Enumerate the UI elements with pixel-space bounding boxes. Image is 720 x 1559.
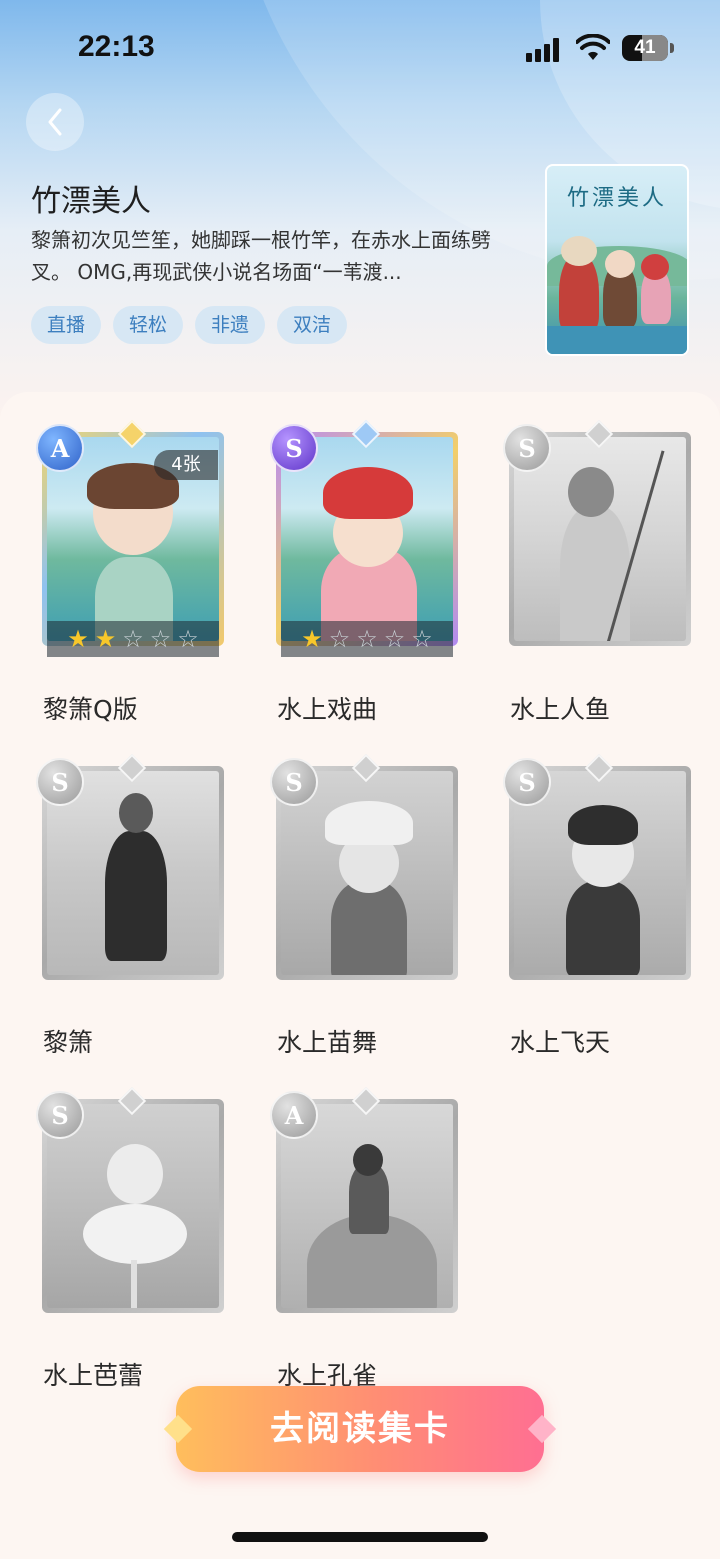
cover-title: 竹漂美人: [566, 186, 667, 211]
rank-badge: S: [503, 758, 551, 806]
tag-heritage[interactable]: 非遗: [195, 306, 266, 344]
card-name: 水上芭蕾: [43, 1361, 144, 1390]
star-rating: ★ ★ ☆ ☆ ☆: [47, 621, 219, 657]
tag-list: 直播 轻松 非遗 双洁: [31, 306, 348, 344]
signal-icon: [526, 36, 564, 62]
rank-badge: A: [36, 424, 84, 472]
card-item[interactable]: S: [503, 419, 691, 662]
card-name: 水上飞天: [510, 1028, 611, 1057]
status-time: 22:13: [78, 30, 155, 63]
book-cover[interactable]: 竹漂美人: [545, 164, 689, 356]
star-rating: ★ ☆ ☆ ☆ ☆: [281, 621, 453, 657]
star-icon: ☆: [356, 625, 378, 653]
card-count-badge: 4张: [154, 450, 218, 480]
rank-badge: A: [270, 1091, 318, 1139]
rank-badge: S: [36, 1091, 84, 1139]
star-icon: ★: [67, 625, 89, 653]
battery-icon: 41: [622, 35, 668, 61]
back-chevron-icon: [48, 108, 62, 136]
card-name: 黎箫Q版: [43, 695, 138, 724]
card-item[interactable]: A 4张 ★ ★ ☆ ☆ ☆: [36, 419, 224, 662]
card-item[interactable]: S ★ ☆ ☆ ☆ ☆: [270, 419, 458, 662]
home-indicator[interactable]: [232, 1532, 488, 1542]
read-collect-button[interactable]: 去阅读集卡: [163, 1386, 557, 1472]
book-title: 竹漂美人: [31, 184, 151, 219]
status-bar: 22:13 41: [0, 0, 720, 96]
card-item[interactable]: S: [270, 753, 458, 996]
rank-badge: S: [270, 758, 318, 806]
rank-badge: S: [270, 424, 318, 472]
read-collect-label: 去阅读集卡: [270, 1409, 450, 1449]
star-icon: ☆: [411, 625, 433, 653]
card-name: 黎箫: [43, 1028, 94, 1057]
star-icon: ☆: [328, 625, 351, 653]
tag-relaxed[interactable]: 轻松: [113, 306, 184, 344]
star-icon: ☆: [122, 625, 144, 653]
back-button[interactable]: [26, 93, 84, 151]
card-item[interactable]: A: [270, 1086, 458, 1329]
card-name: 水上戏曲: [277, 695, 378, 724]
star-icon: ☆: [149, 625, 172, 653]
wifi-icon: [576, 34, 610, 60]
book-description: 黎箫初次见竺笙，她脚踩一根竹竿，在赤水上面练劈叉。 OMG,再现武侠小说名场面“…: [31, 228, 491, 284]
star-icon: ☆: [177, 625, 199, 653]
star-icon: ★: [94, 625, 117, 653]
card-item[interactable]: S: [503, 753, 691, 996]
card-item[interactable]: S: [36, 753, 224, 996]
star-icon: ★: [301, 625, 323, 653]
card-name: 水上苗舞: [277, 1028, 378, 1057]
card-item[interactable]: S: [36, 1086, 224, 1329]
rank-badge: S: [36, 758, 84, 806]
rank-badge: S: [503, 424, 551, 472]
star-icon: ☆: [383, 625, 406, 653]
card-name: 水上人鱼: [510, 695, 611, 724]
tag-shuangjie[interactable]: 双洁: [277, 306, 348, 344]
tag-live[interactable]: 直播: [31, 306, 102, 344]
battery-level: 41: [634, 37, 656, 58]
